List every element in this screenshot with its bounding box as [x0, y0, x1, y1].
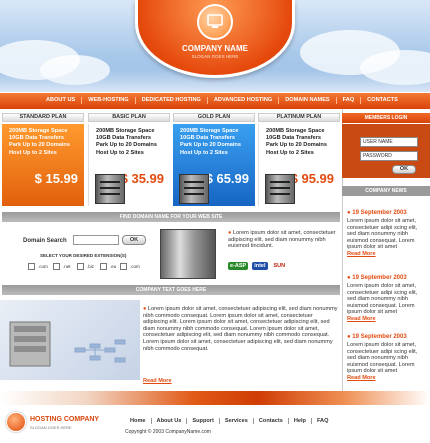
news-read-more-link[interactable]: Read More — [347, 375, 427, 381]
plan-standard[interactable]: 200MB Storage Space 10GB Data Transfers … — [2, 124, 84, 206]
footer-link-home[interactable]: Home — [125, 418, 152, 424]
members-login-title: MEMBERS LOGIN — [342, 113, 430, 123]
main-nav: ABOUT US WEB-HOSTING DEDICATED HOSTING A… — [40, 92, 404, 109]
ext-label: .eu — [110, 264, 117, 269]
news-item: ● 19 September 2003 Lorem ipsum dolor si… — [347, 275, 427, 322]
footer-link-faq[interactable]: FAQ — [312, 418, 334, 424]
nav-web-hosting[interactable]: WEB-HOSTING — [82, 97, 136, 104]
password-field[interactable]: PASSWORD — [360, 151, 418, 161]
ext-label: .biz — [87, 264, 95, 269]
company-text-bar: COMPANY TEXT GOES HERE — [2, 285, 340, 295]
company-text: ● Lorem ipsum dolor sit amet, consectetu… — [143, 306, 338, 352]
intel-logo: intel — [252, 262, 268, 270]
company-slogan: SLOGAN GOES HERE — [191, 54, 239, 59]
footer-link-help[interactable]: Help — [289, 418, 312, 424]
footer-link-about[interactable]: About Us — [152, 418, 188, 424]
server-image — [179, 174, 209, 204]
server-image — [95, 174, 125, 204]
plan-price: $ 95.99 — [290, 170, 334, 186]
copyright: Copyright © 2003 CompanyName.com — [125, 429, 211, 435]
extension-label: SELECT YOUR DESIRED EXTENSION(S) — [40, 253, 127, 258]
company-name: COMPANY NAME — [182, 44, 248, 53]
nav-domain-names[interactable]: DOMAIN NAMES — [279, 97, 337, 104]
plan-basic[interactable]: 200MB Storage Space 10GB Data Transfers … — [88, 124, 170, 206]
ext-label: .com — [130, 264, 140, 269]
checkbox-biz[interactable] — [77, 263, 84, 270]
plan-price: $ 65.99 — [205, 170, 249, 186]
server-image — [265, 174, 295, 204]
checkbox-com-2[interactable] — [120, 263, 127, 270]
footer-slogan: SLOGAN GOES HERE — [30, 425, 72, 430]
plan-price: $ 15.99 — [34, 170, 78, 186]
footer-logo-icon — [6, 412, 26, 432]
company-read-more-link[interactable]: Read More — [143, 378, 172, 384]
plan-title-platinum: PLATINUM PLAN — [258, 113, 340, 122]
nav-about-us[interactable]: ABOUT US — [40, 97, 83, 104]
news-item: ● 19 September 2003 Lorem ipsum dolor si… — [347, 210, 427, 257]
sun-logo: SUN — [273, 263, 286, 269]
footer-links: Home About Us Support Services Contacts … — [125, 418, 333, 424]
news-read-more-link[interactable]: Read More — [347, 251, 427, 257]
nav-advanced-hosting[interactable]: ADVANCED HOSTING — [208, 97, 280, 104]
nav-faq[interactable]: FAQ — [337, 97, 362, 104]
footer-link-contacts[interactable]: Contacts — [254, 418, 289, 424]
plan-platinum[interactable]: 200MB Storage Space 10GB Data Transfers … — [258, 124, 340, 206]
ext-label: .net — [63, 264, 71, 269]
domain-ok-button[interactable]: OK — [122, 235, 146, 245]
news-item: ● 19 September 2003 Lorem ipsum dolor si… — [347, 334, 427, 381]
footer-stripe — [0, 391, 430, 405]
login-ok-button[interactable]: OK — [392, 165, 416, 174]
plan-gold[interactable]: 200MB Storage Space 10GB Data Transfers … — [173, 124, 255, 206]
nav-dedicated-hosting[interactable]: DEDICATED HOSTING — [136, 97, 208, 104]
nav-contacts[interactable]: CONTACTS — [361, 97, 404, 104]
server-rack-image — [160, 229, 216, 279]
plan-title-gold: GOLD PLAN — [173, 113, 255, 122]
plan-price: $ 35.99 — [120, 170, 164, 186]
computer-icon — [197, 4, 233, 40]
plan-title-standard: STANDARD PLAN — [2, 113, 84, 122]
find-domain-bar: FIND DOMAIN NAME FOR YOUR WEB SITE — [2, 212, 340, 222]
domain-text: ● Lorem ipsum dolor sit amet, consectetu… — [228, 230, 336, 250]
plan-title-basic: BASIC PLAN — [88, 113, 170, 122]
checkbox-eu[interactable] — [100, 263, 107, 270]
footer-company-name: HOSTING COMPANY — [30, 416, 100, 423]
checkbox-net[interactable] — [53, 263, 60, 270]
domain-search-input[interactable] — [73, 235, 119, 245]
news-read-more-link[interactable]: Read More — [347, 316, 427, 322]
ext-label: .com — [38, 264, 48, 269]
footer-link-services[interactable]: Services — [220, 418, 254, 424]
checkbox-com[interactable] — [28, 263, 35, 270]
server-network-image — [0, 300, 140, 380]
domain-search-label: Domain Search — [23, 238, 67, 244]
username-field[interactable]: USER NAME — [360, 137, 418, 147]
asp-logo: e-ASP — [228, 262, 249, 270]
tech-badges: e-ASP intel SUN — [228, 262, 287, 270]
footer-link-support[interactable]: Support — [187, 418, 220, 424]
company-news-title: COMPANY NEWS — [342, 186, 430, 196]
